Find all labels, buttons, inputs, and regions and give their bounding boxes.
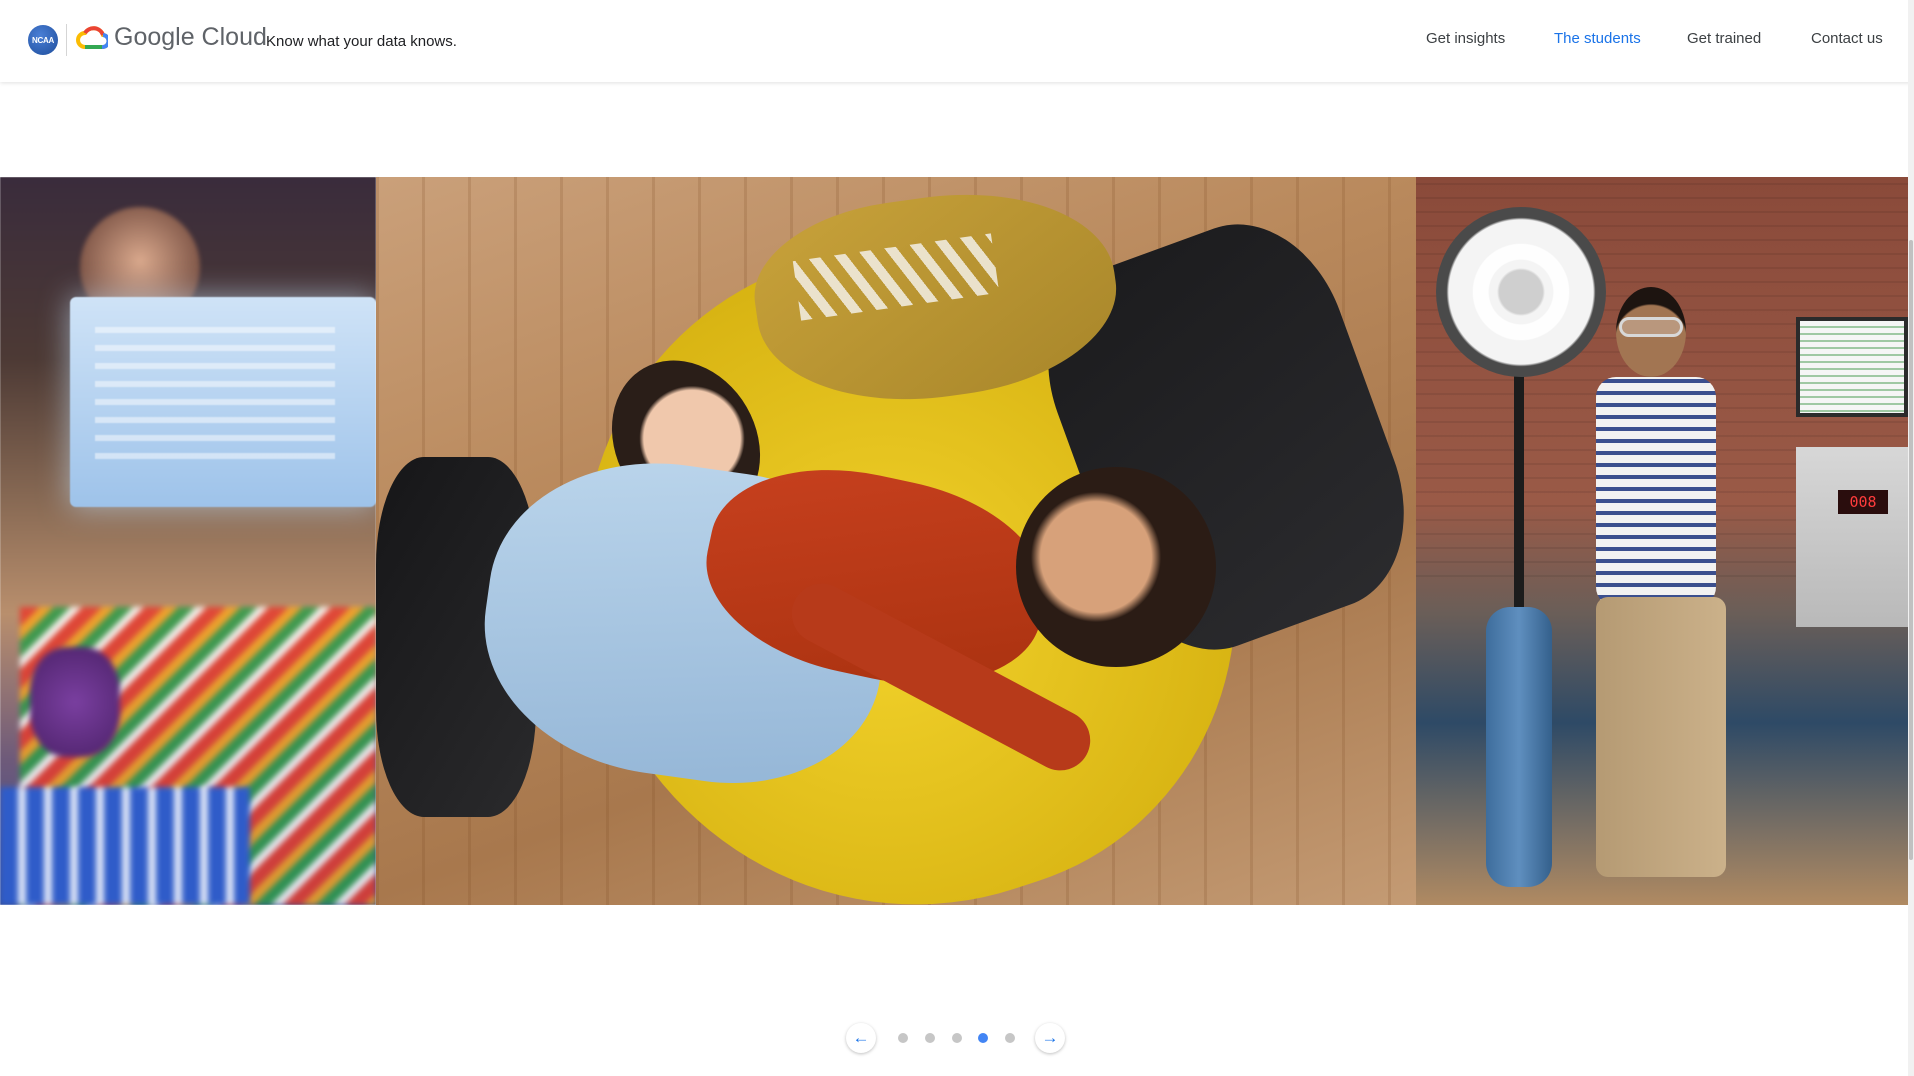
nav-get-trained[interactable]: Get trained [1687, 30, 1761, 47]
light-bulbs-figure [1446, 217, 1596, 367]
safety-goggles-figure [1619, 317, 1683, 337]
carousel-dot-1[interactable] [898, 1033, 908, 1043]
arrow-left-icon: ← [852, 1028, 870, 1047]
carousel-dot-3[interactable] [952, 1033, 962, 1043]
gas-tank-figure [1486, 607, 1552, 887]
carousel-slide-previous[interactable] [0, 177, 376, 905]
nav-the-students[interactable]: The students [1554, 30, 1641, 47]
monitor-screen-figure [95, 327, 335, 467]
carousel-next-button[interactable]: → [1035, 1023, 1065, 1053]
google-cloud-logo-icon[interactable] [76, 25, 108, 51]
carousel-dot-5[interactable] [1005, 1033, 1015, 1043]
blue-knit-figure [0, 787, 250, 905]
nav-get-insights[interactable]: Get insights [1426, 30, 1505, 47]
arrow-right-icon: → [1041, 1028, 1059, 1047]
google-cloud-wordmark[interactable]: Google Cloud [114, 23, 267, 52]
student-curly-hair-figure [1016, 467, 1216, 667]
control-panel-figure [1796, 447, 1908, 627]
scrollbar-thumb[interactable] [1909, 240, 1913, 860]
student-photo-carousel: 008 [0, 177, 1908, 905]
site-header: NCAA Google Cloud Know what your data kn… [0, 0, 1914, 82]
carousel-prev-button[interactable]: ← [846, 1023, 876, 1053]
carousel-dot-4[interactable] [978, 1033, 988, 1043]
carousel-dot-2[interactable] [925, 1033, 935, 1043]
student-striped-shirt-figure [1596, 377, 1716, 607]
digital-display: 008 [1838, 490, 1888, 514]
header-tagline: Know what your data knows. [266, 33, 457, 50]
logo-divider [66, 24, 67, 56]
lab-monitor-figure [1796, 317, 1908, 417]
carousel-slide-next[interactable]: 008 [1416, 177, 1908, 905]
nav-contact-us[interactable]: Contact us [1811, 30, 1883, 47]
carousel-slide-current[interactable] [376, 177, 1416, 905]
ncaa-logo[interactable]: NCAA [28, 25, 58, 55]
yarn-ball-figure [30, 647, 120, 757]
student-khaki-pants-figure [1596, 597, 1726, 877]
